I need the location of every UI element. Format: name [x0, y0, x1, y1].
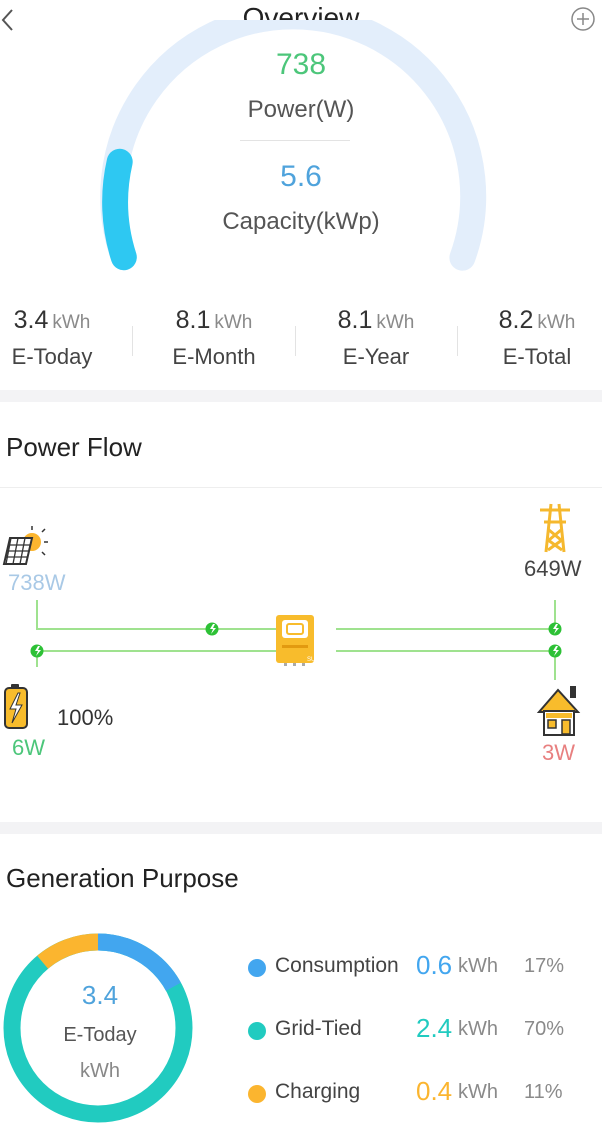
donut-center-unit: kWh	[80, 1060, 120, 1082]
power-value: 738	[275, 48, 327, 81]
donut-center-label: E-Today	[63, 1024, 137, 1046]
stat-unit: kWh	[537, 312, 576, 333]
battery-soc: 100%	[57, 705, 114, 730]
gauge-divider	[240, 140, 350, 141]
house-icon[interactable]	[536, 686, 581, 736]
inverter-brand: SUNSYNK	[307, 657, 337, 663]
legend-unit: kWh	[458, 1018, 498, 1040]
legend-name: Charging	[275, 1080, 361, 1103]
legend-dot	[248, 1085, 266, 1103]
capacity-label: Capacity(kWp)	[222, 208, 380, 235]
stat-label: E-Total	[502, 344, 572, 369]
legend-value: 0.4	[416, 1076, 453, 1106]
load-power-value: 3W	[542, 740, 575, 765]
legend-item-charging[interactable]: Charging 0.4 kWh 11%	[246, 1074, 602, 1114]
stat-unit: kWh	[214, 312, 253, 333]
section-divider	[0, 487, 602, 488]
battery-power-value: 6W	[12, 735, 45, 760]
solar-power-value: 738W	[8, 570, 66, 595]
legend-unit: kWh	[458, 1081, 498, 1103]
grid-tower-icon[interactable]	[540, 503, 570, 553]
grid-power-value: 649W	[524, 556, 582, 581]
stat-e-today[interactable]: 3.4 kWh E-Today	[0, 300, 127, 370]
stat-label: E-Year	[342, 344, 410, 369]
stat-value: 3.4	[13, 306, 49, 334]
stat-value: 8.2	[498, 306, 534, 334]
plus-circle-icon[interactable]	[570, 6, 596, 32]
stat-value: 8.1	[175, 306, 211, 334]
battery-icon[interactable]	[4, 684, 28, 729]
stat-label: E-Today	[11, 344, 93, 369]
capacity-value: 5.6	[280, 160, 322, 193]
power-label: Power(W)	[247, 96, 355, 123]
stat-divider	[457, 326, 458, 356]
legend-dot	[248, 1022, 266, 1040]
legend-percent: 17%	[524, 955, 565, 977]
legend-unit: kWh	[458, 955, 498, 977]
legend-item-consumption[interactable]: Consumption 0.6 kWh 17%	[246, 948, 602, 988]
legend-name: Grid-Tied	[275, 1017, 362, 1040]
stat-label: E-Month	[172, 344, 256, 369]
legend-value: 0.6	[416, 950, 453, 980]
generation-purpose-title: Generation Purpose	[6, 863, 239, 893]
section-gap	[0, 822, 602, 834]
stat-e-total[interactable]: 8.2 kWh E-Total	[462, 300, 602, 370]
stat-unit: kWh	[376, 312, 415, 333]
stat-value: 8.1	[337, 306, 373, 334]
section-gap	[0, 390, 602, 402]
legend-value: 2.4	[416, 1013, 453, 1043]
legend-name: Consumption	[275, 954, 399, 977]
stat-e-year[interactable]: 8.1 kWh E-Year	[301, 300, 451, 370]
stat-divider	[132, 326, 133, 356]
stat-divider	[295, 326, 296, 356]
legend-percent: 11%	[524, 1081, 563, 1103]
power-flow-diagram	[2, 503, 581, 736]
energy-stats: 3.4 kWh E-Today 8.1 kWh E-Month 8.1 kWh E-Y…	[0, 300, 602, 390]
solar-panel-icon[interactable]	[2, 526, 48, 565]
legend-dot	[248, 959, 266, 977]
legend-item-grid-tied[interactable]: Grid-Tied 2.4 kWh 70%	[246, 1011, 602, 1051]
donut-center-value: 3.4	[81, 980, 119, 1010]
power-flow-title: Power Flow	[6, 432, 142, 462]
stat-e-month[interactable]: 8.1 kWh E-Month	[139, 300, 289, 370]
legend-percent: 70%	[524, 1018, 565, 1040]
stat-unit: kWh	[52, 312, 91, 333]
